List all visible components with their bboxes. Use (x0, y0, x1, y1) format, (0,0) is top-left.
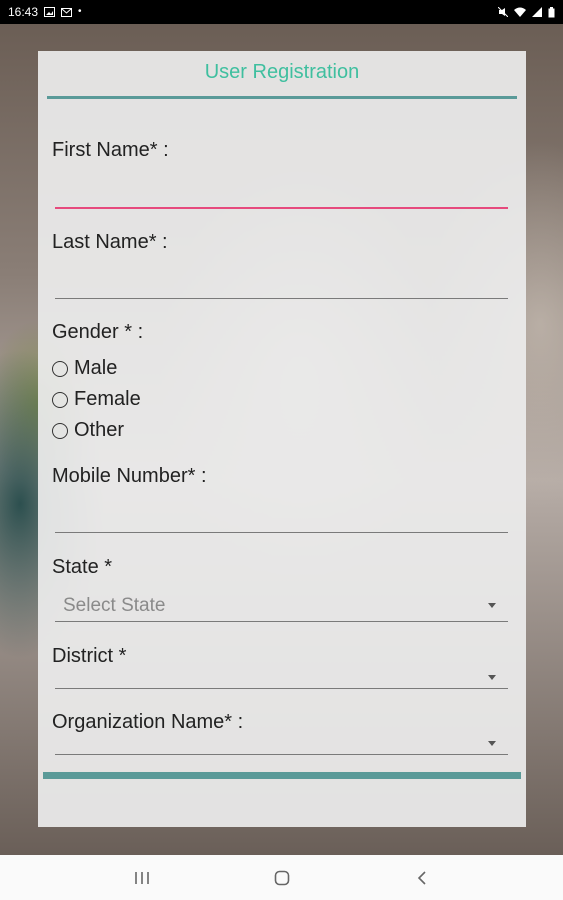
battery-icon (548, 6, 555, 17)
form-title: User Registration (204, 61, 360, 83)
first-name-underline (55, 207, 508, 209)
last-name-input[interactable] (55, 267, 508, 297)
radio-label-male: Male (74, 357, 118, 379)
state-label: State * (52, 556, 113, 578)
mail-icon (61, 7, 73, 17)
radio-label-other: Other (74, 419, 125, 441)
navigation-bar (0, 855, 563, 900)
radio-label-female: Female (74, 388, 141, 410)
state-dropdown[interactable]: Select State (55, 593, 508, 619)
mobile-number-underline (55, 532, 508, 533)
wifi-icon (514, 7, 526, 17)
title-divider (47, 96, 517, 99)
mute-icon (498, 7, 508, 17)
dropdown-arrow-icon (488, 603, 496, 608)
state-underline (55, 621, 508, 622)
state-placeholder: Select State (63, 595, 166, 616)
last-name-label: Last Name* : (52, 231, 168, 253)
home-icon (274, 870, 289, 885)
first-name-label: First Name* : (52, 139, 169, 161)
gender-radio-other[interactable]: Other (52, 419, 124, 442)
dropdown-arrow-icon (488, 741, 496, 746)
organization-underline (55, 754, 508, 755)
recent-apps-icon (134, 871, 149, 884)
mobile-number-label: Mobile Number* : (52, 465, 207, 487)
gender-radio-male[interactable]: Male (52, 357, 117, 380)
bottom-divider (43, 772, 521, 779)
radio-unchecked-icon[interactable] (52, 422, 68, 439)
radio-unchecked-icon[interactable] (52, 391, 68, 408)
dropdown-arrow-icon (488, 675, 496, 680)
status-bar: 16:43 • (0, 0, 563, 24)
image-icon (44, 7, 56, 17)
first-name-input[interactable] (55, 176, 508, 206)
district-underline (55, 688, 508, 689)
last-name-underline (55, 298, 508, 299)
radio-unchecked-icon[interactable] (52, 360, 68, 377)
gender-radio-female[interactable]: Female (52, 388, 141, 411)
registration-card: User Registration First Name* : Last Nam… (38, 51, 526, 827)
back-arrow-icon (417, 870, 426, 885)
recent-apps-button[interactable] (122, 858, 162, 898)
mobile-number-input[interactable] (55, 501, 508, 531)
back-button[interactable] (402, 858, 442, 898)
gender-label: Gender * : (52, 321, 144, 343)
dots-icon: • (78, 6, 82, 17)
signal-icon (532, 7, 542, 17)
home-button[interactable] (262, 858, 302, 898)
clock: 16:43 (8, 5, 39, 19)
